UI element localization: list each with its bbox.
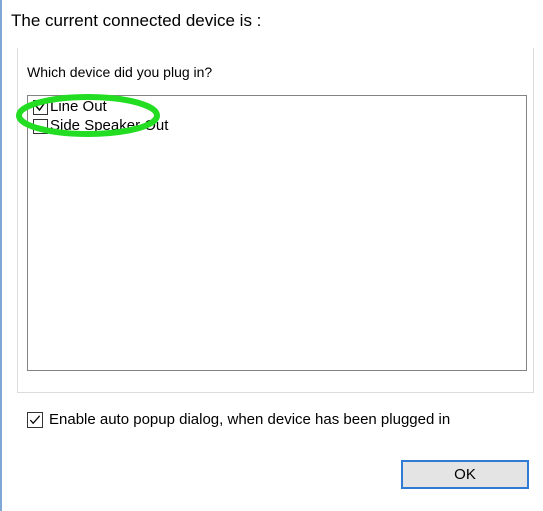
window-edge	[0, 0, 2, 511]
auto-popup-checkbox[interactable]	[27, 412, 43, 428]
side-speaker-out-checkbox[interactable]	[33, 118, 48, 134]
device-item-line-out[interactable]: Line Out	[33, 98, 107, 116]
ok-button[interactable]: OK	[401, 460, 529, 489]
checkmark-icon	[29, 415, 41, 425]
device-group-caption: Which device did you plug in?	[27, 64, 213, 80]
dialog-title: The current connected device is :	[11, 11, 262, 30]
device-item-label: Side Speaker Out	[50, 117, 169, 134]
auto-popup-option[interactable]: Enable auto popup dialog, when device ha…	[27, 410, 450, 430]
device-item-side-speaker-out[interactable]: Side Speaker Out	[33, 117, 168, 135]
device-list[interactable]: Line Out Side Speaker Out	[27, 95, 527, 371]
device-item-label: Line Out	[50, 98, 107, 115]
line-out-checkbox[interactable]	[33, 98, 49, 115]
checkmark-icon	[35, 98, 49, 111]
auto-popup-label: Enable auto popup dialog, when device ha…	[49, 411, 451, 428]
